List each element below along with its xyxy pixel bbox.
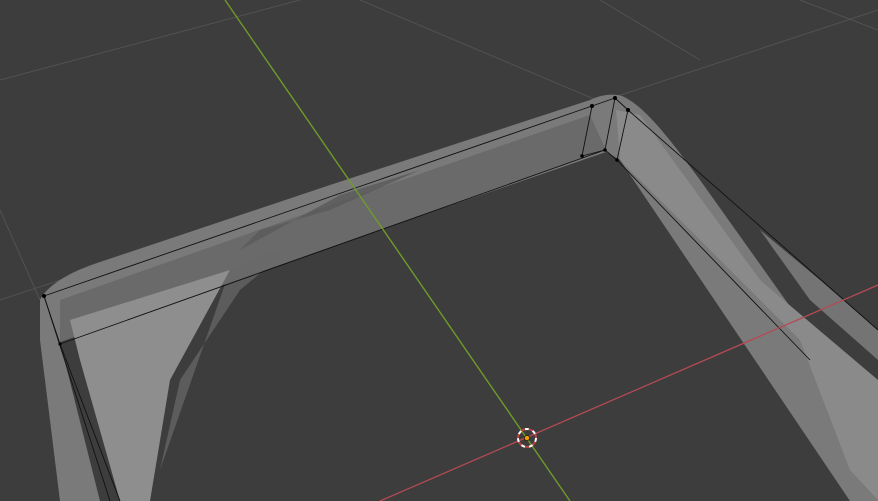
- vertex[interactable]: [613, 96, 617, 100]
- vertex[interactable]: [580, 154, 584, 158]
- vertex[interactable]: [626, 108, 630, 112]
- vertex[interactable]: [42, 294, 46, 298]
- 3d-viewport[interactable]: [0, 0, 878, 501]
- object-origin-icon[interactable]: [524, 435, 530, 441]
- vertex[interactable]: [58, 342, 62, 346]
- vertex[interactable]: [603, 148, 607, 152]
- vertex[interactable]: [615, 158, 619, 162]
- vertex[interactable]: [590, 104, 594, 108]
